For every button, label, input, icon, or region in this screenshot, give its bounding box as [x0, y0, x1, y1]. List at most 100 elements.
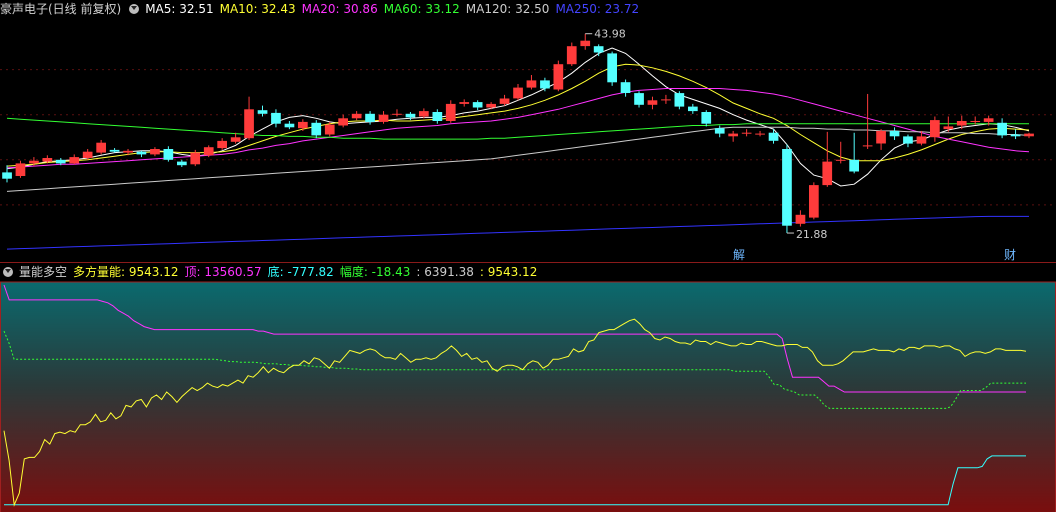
indicator-value-4: 幅度: -18.43 [339, 265, 411, 279]
candle-body [230, 137, 241, 142]
candle-body [970, 121, 981, 122]
indicator-header: 量能多空 多方量能: 9543.12 顶: 13560.57 底: -777.82 幅度… [0, 263, 543, 281]
chevron-down-icon[interactable] [129, 4, 140, 14]
candle-body [1010, 134, 1021, 137]
high-label: 43.98 [594, 28, 626, 41]
candle-body [903, 136, 913, 144]
candle-body [741, 132, 752, 134]
candle-body [782, 149, 792, 226]
candle-body [419, 111, 429, 117]
candle-body [324, 124, 335, 135]
candle-body [472, 102, 483, 108]
candle-body [284, 123, 295, 128]
candle-body [2, 172, 12, 179]
candle-body [177, 161, 187, 166]
ma10-label: MA10: 32.43 [219, 2, 296, 16]
candle-body [82, 151, 93, 158]
candle-body [257, 110, 268, 114]
candle-body [795, 214, 806, 224]
ma60-label: MA60: 33.12 [383, 2, 460, 16]
indicator-title: 量能多空 [19, 265, 68, 279]
candle-body [607, 53, 617, 83]
candle-body [674, 93, 685, 107]
candle-body [405, 113, 416, 118]
candle-body [163, 149, 174, 160]
stock-title: 豪声电子(日线 前复权) [0, 2, 122, 16]
candle-body [69, 157, 80, 164]
candle-body [271, 112, 281, 124]
candle-body [298, 121, 308, 129]
candle-body [540, 80, 550, 89]
candle-body [486, 103, 496, 108]
candle-body [889, 130, 900, 137]
candle-body [351, 113, 362, 119]
candle-body [755, 133, 765, 135]
candle-body [55, 159, 66, 164]
candle-body [930, 120, 940, 138]
price-header: 豪声电子(日线 前复权) MA5: 32.51 MA10: 32.43 MA20: 3… [0, 0, 645, 18]
candle-body [1024, 133, 1034, 137]
candle-body [688, 106, 698, 112]
candle-body [29, 160, 39, 164]
candle-body [553, 64, 564, 90]
candle-body [566, 46, 577, 65]
chevron-down-icon[interactable] [3, 267, 13, 277]
low-label: 21.88 [796, 228, 828, 241]
candle-body [634, 93, 644, 105]
candle-body [647, 100, 658, 105]
ma120-label: MA120: 32.50 [465, 2, 550, 16]
candle-body [15, 163, 26, 176]
candle-body [136, 151, 147, 155]
candle-body [768, 132, 779, 141]
candle-body [338, 118, 348, 126]
candle-body [392, 113, 402, 115]
ma250-label: MA250: 23.72 [555, 2, 640, 16]
candle-body [956, 121, 967, 126]
candle-body [701, 112, 712, 124]
candle-body [459, 102, 470, 104]
candle-body [997, 122, 1007, 136]
candle-body [244, 109, 254, 139]
candle-body [42, 158, 53, 162]
candle-body [943, 126, 954, 130]
candle-body [365, 113, 375, 122]
candle-body [822, 161, 833, 186]
ma5-label: MA5: 32.51 [145, 2, 214, 16]
candle-body [714, 128, 725, 134]
candle-body [728, 133, 738, 137]
candle-body [432, 112, 443, 121]
candle-body [876, 130, 886, 144]
indicator-value-6: : 9543.12 [479, 265, 538, 279]
candle-body [526, 80, 537, 88]
candle-body [916, 136, 927, 144]
candle-body [150, 149, 160, 155]
candle-body [378, 114, 389, 122]
candle-body [217, 140, 227, 149]
indicator-left-border [0, 282, 1, 512]
candle-body [203, 147, 214, 156]
candle-body [499, 98, 510, 104]
candle-body [593, 46, 604, 53]
candle-body [513, 87, 523, 99]
candle-body [849, 159, 859, 172]
ma20-label: MA20: 30.86 [301, 2, 378, 16]
candle-body [661, 99, 671, 101]
marker-jie[interactable]: 解 [733, 246, 745, 263]
candle-body [109, 149, 120, 152]
marker-cai[interactable]: 财 [1004, 246, 1016, 263]
indicator-value-5: : 6391.38 [416, 265, 474, 279]
candle-body [311, 122, 322, 136]
candle-body [123, 150, 133, 153]
indicator-value-1: 多方量能: 9543.12 [73, 265, 179, 279]
indicator-value-3: 底: -777.82 [267, 265, 334, 279]
candle-body [96, 142, 106, 153]
candle-body [983, 118, 994, 122]
candle-body [835, 159, 846, 161]
candle-body [190, 152, 201, 165]
candle-body [809, 185, 819, 218]
candle-body [580, 40, 591, 47]
stock-chart: 43.98 21.88 [0, 0, 1056, 512]
indicator-value-2: 顶: 13560.57 [184, 265, 262, 279]
candle-body [445, 103, 456, 121]
candle-body [620, 82, 631, 93]
